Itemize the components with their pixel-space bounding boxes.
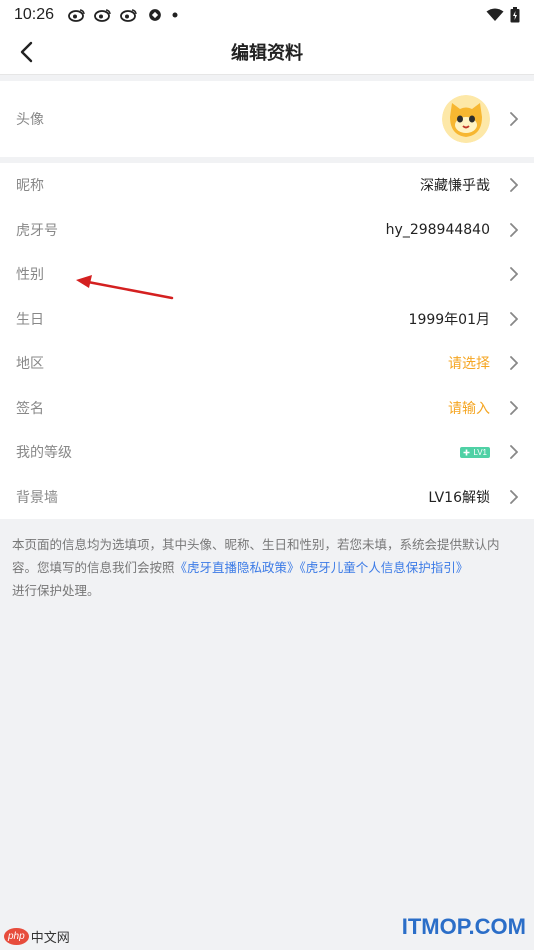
huya-id-label: 虎牙号: [16, 222, 58, 239]
annotation-arrow-icon: [76, 275, 174, 300]
birthday-value: 1999年01月: [408, 311, 490, 328]
chevron-right-icon: [504, 445, 518, 460]
huya-id-row[interactable]: 虎牙号 hy_298944840: [0, 208, 534, 253]
level-value: LV1: [473, 447, 487, 457]
status-time: 10:26: [14, 6, 55, 23]
battery-icon: [510, 7, 520, 23]
region-value: 请选择: [448, 356, 490, 373]
wifi-icon: [486, 8, 504, 21]
signature-label: 签名: [16, 400, 44, 417]
chevron-right-icon: [504, 400, 518, 415]
chevron-right-icon: [504, 178, 518, 193]
nickname-value: 深藏慊乎哉: [420, 178, 490, 195]
weibo-icon: [120, 9, 137, 22]
php-watermark: php 中文网: [4, 927, 70, 946]
level-badge: LV1: [460, 446, 490, 458]
nickname-label: 昵称: [16, 178, 44, 195]
profile-info-section: 昵称 深藏慊乎哉 虎牙号 hy_298944840 性别 生日 1999年01月…: [0, 163, 534, 519]
avatar-image: [442, 95, 490, 143]
birthday-label: 生日: [16, 311, 44, 328]
notice-text-end: 进行保护处理。: [12, 583, 100, 598]
app-notification-icon: [149, 9, 161, 21]
privacy-notice: 本页面的信息均为选填项，其中头像、昵称、生日和性别，若您未填，系统会提供默认内容…: [0, 519, 534, 616]
php-watermark-text: 中文网: [30, 930, 70, 945]
background-wall-label: 背景墙: [16, 489, 58, 506]
weibo-icon: [94, 9, 111, 22]
chevron-right-icon: [504, 311, 518, 326]
avatar-label: 头像: [16, 112, 44, 128]
itmop-watermark: ITMOP.COM: [401, 914, 526, 939]
level-row[interactable]: 我的等级 LV1: [0, 430, 534, 475]
chevron-right-icon: [504, 222, 518, 237]
chevron-right-icon: [504, 267, 518, 282]
background-wall-row[interactable]: 背景墙 LV16解锁: [0, 475, 534, 520]
more-notifications-dot-icon: [172, 12, 178, 18]
chevron-right-icon: [504, 489, 518, 504]
region-label: 地区: [16, 356, 44, 373]
region-row[interactable]: 地区 请选择: [0, 341, 534, 386]
privacy-policy-link[interactable]: 《虎牙直播隐私政策》: [175, 560, 300, 575]
php-logo: php: [4, 928, 29, 945]
chevron-right-icon: [504, 356, 518, 371]
children-privacy-link[interactable]: 《虎牙儿童个人信息保护指引》: [300, 560, 469, 575]
navigation-bar: 编辑资料: [0, 30, 534, 75]
signature-value: 请输入: [448, 400, 490, 417]
weibo-icon: [68, 9, 85, 22]
chevron-right-icon: [504, 112, 518, 126]
chevron-left-icon: [20, 41, 33, 63]
level-label: 我的等级: [16, 445, 72, 462]
nickname-row[interactable]: 昵称 深藏慊乎哉: [0, 163, 534, 208]
signature-row[interactable]: 签名 请输入: [0, 386, 534, 431]
avatar-row[interactable]: 头像: [0, 81, 534, 157]
huya-id-value: hy_298944840: [385, 221, 490, 238]
status-bar: 10:26: [0, 0, 534, 30]
back-button[interactable]: [12, 38, 40, 66]
page-title: 编辑资料: [231, 43, 303, 64]
level-plus-icon: [463, 449, 470, 456]
background-wall-value: LV16解锁: [428, 489, 490, 506]
avatar: [442, 95, 490, 143]
avatar-section: 头像: [0, 81, 534, 157]
